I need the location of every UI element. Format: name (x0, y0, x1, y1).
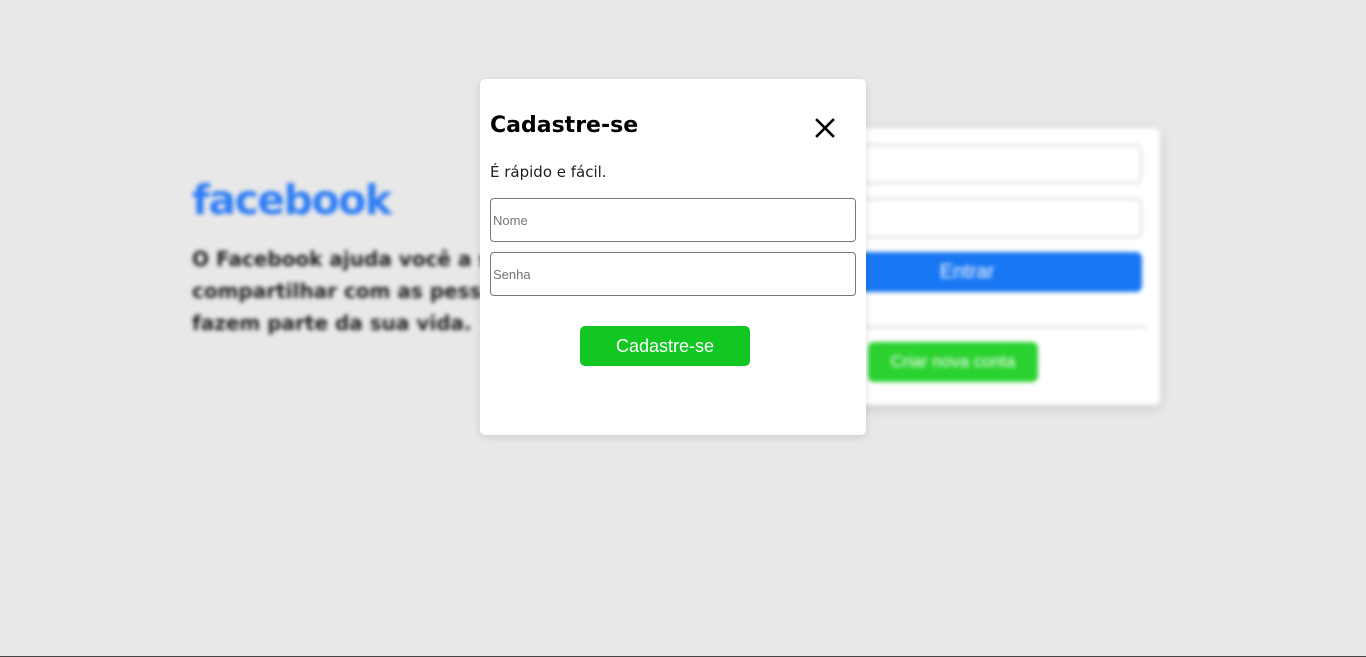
name-input[interactable] (490, 198, 856, 242)
create-account-button: Criar nova conta (868, 342, 1038, 382)
page: facebook O Facebook ajuda você a s compa… (0, 0, 1366, 657)
tagline-line-2: compartilhar com as pess (192, 279, 482, 303)
close-button[interactable] (810, 115, 840, 143)
signup-button[interactable]: Cadastre-se (580, 326, 750, 366)
tagline: O Facebook ajuda você a s compartilhar c… (192, 243, 522, 339)
close-icon (815, 118, 835, 138)
modal-subtitle: É rápido e fácil. (490, 163, 607, 181)
tagline-line-3: fazem parte da sua vida. (192, 311, 472, 335)
facebook-logo: facebook (192, 176, 392, 224)
signup-modal: Cadastre-se É rápido e fácil. Cadastre-s… (480, 79, 866, 435)
password-input[interactable] (490, 252, 856, 296)
tagline-line-1: O Facebook ajuda você a s (192, 247, 491, 271)
modal-title: Cadastre-se (490, 113, 639, 138)
